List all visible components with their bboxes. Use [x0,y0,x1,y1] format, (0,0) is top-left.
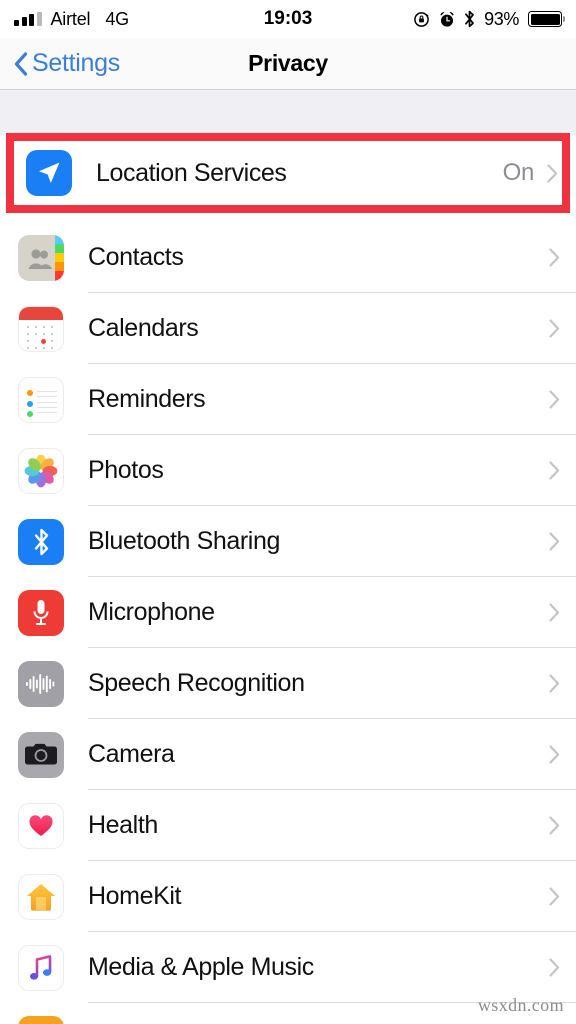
heart-icon [18,802,64,849]
photos-pinwheel-icon [18,447,64,494]
status-bar-right: 93% [413,9,562,30]
list-item-microphone[interactable]: Microphone [0,577,576,648]
chevron-right-icon [549,532,560,551]
list-item-label: Location Services [96,158,287,187]
chevron-right-icon [549,958,560,977]
list-item-calendars[interactable]: Calendars [0,293,576,364]
motion-fitness-icon [18,1015,64,1024]
chevron-right-icon [549,390,560,409]
list-item-accessory [549,532,560,551]
list-item-camera[interactable]: Camera [0,719,576,790]
list-item-accessory [549,461,560,480]
list-item-photos[interactable]: Photos [0,435,576,506]
chevron-left-icon [14,51,28,76]
contacts-tab-strip [55,234,64,281]
list-item-media-apple-music[interactable]: Media & Apple Music [0,932,576,1003]
list-item-label: Media & Apple Music [88,953,314,981]
list-item-label: HomeKit [88,882,182,910]
house-icon [18,873,64,920]
chevron-right-icon [549,745,560,764]
list-item-reminders[interactable]: Reminders [0,364,576,435]
list-item-label: Contacts [88,243,184,271]
list-item-accessory [549,390,560,409]
list-item-label: Camera [88,740,175,768]
list-item-accessory: On [503,159,558,187]
status-bar: Airtel 4G 19:03 93% [0,0,576,38]
microphone-icon [18,589,64,636]
navigation-bar: Settings Privacy [0,38,576,90]
location-services-status-value: On [502,159,535,186]
section-gap [0,90,576,135]
chevron-right-icon [549,816,560,835]
chevron-right-icon [549,461,560,480]
contacts-icon [18,234,64,281]
music-note-icon [18,944,64,991]
rotation-lock-icon [414,11,430,27]
network-type-label: 4G [105,8,129,29]
list-item-homekit[interactable]: HomeKit [0,861,576,932]
signal-bars-icon [14,12,42,26]
list-item-accessory [549,745,560,764]
list-item-label: Calendars [88,314,199,342]
camera-icon [18,731,64,778]
battery-icon [528,11,562,27]
calendar-day-dots [25,324,57,349]
bluetooth-icon [465,10,475,28]
source-watermark: wsxdn.com [477,995,564,1015]
list-item-label: Speech Recognition [88,669,305,697]
list-item-label: Bluetooth Sharing [88,527,280,555]
carrier-label: Airtel [50,8,91,29]
chevron-right-icon [549,603,560,622]
list-item-label: Health [88,811,158,839]
chevron-right-icon [549,674,560,693]
phone-screen: Airtel 4G 19:03 93% Settings Privacy Con… [0,0,576,1024]
list-item-accessory [549,319,560,338]
calendar-header-bar [19,306,63,320]
back-to-settings-button[interactable]: Settings [14,49,120,78]
chevron-right-icon [549,887,560,906]
list-item-accessory [549,603,560,622]
back-button-label: Settings [32,49,120,77]
list-item-bluetooth-sharing[interactable]: Bluetooth Sharing [0,506,576,577]
chevron-right-icon [547,163,558,183]
list-item-label: Reminders [88,385,206,413]
privacy-settings-list: Contacts Calendars Reminders Photos Blue… [0,135,576,1024]
list-item-contacts[interactable]: Contacts [0,222,576,293]
waveform-icon [18,660,64,707]
battery-percentage-label: 93% [484,8,519,29]
location-arrow-icon [26,150,72,196]
bluetooth-icon [18,518,64,565]
list-item-location-services[interactable]: Location Services On [14,141,562,205]
list-item-accessory [549,248,560,267]
alarm-clock-icon [440,11,454,27]
list-item-speech-recognition[interactable]: Speech Recognition [0,648,576,719]
calendar-icon [18,305,64,352]
list-item-label: Microphone [88,598,215,626]
reminders-list-lines [24,387,59,417]
list-item-accessory [549,887,560,906]
chevron-right-icon [549,319,560,338]
list-item-accessory [549,674,560,693]
location-services-highlight-box: Location Services On [6,133,570,213]
list-item-accessory [549,958,560,977]
reminders-icon [18,376,64,423]
status-bar-left: Airtel 4G [14,9,129,30]
chevron-right-icon [549,248,560,267]
list-item-accessory [549,816,560,835]
list-item-health[interactable]: Health [0,790,576,861]
list-item-label: Photos [88,456,164,484]
